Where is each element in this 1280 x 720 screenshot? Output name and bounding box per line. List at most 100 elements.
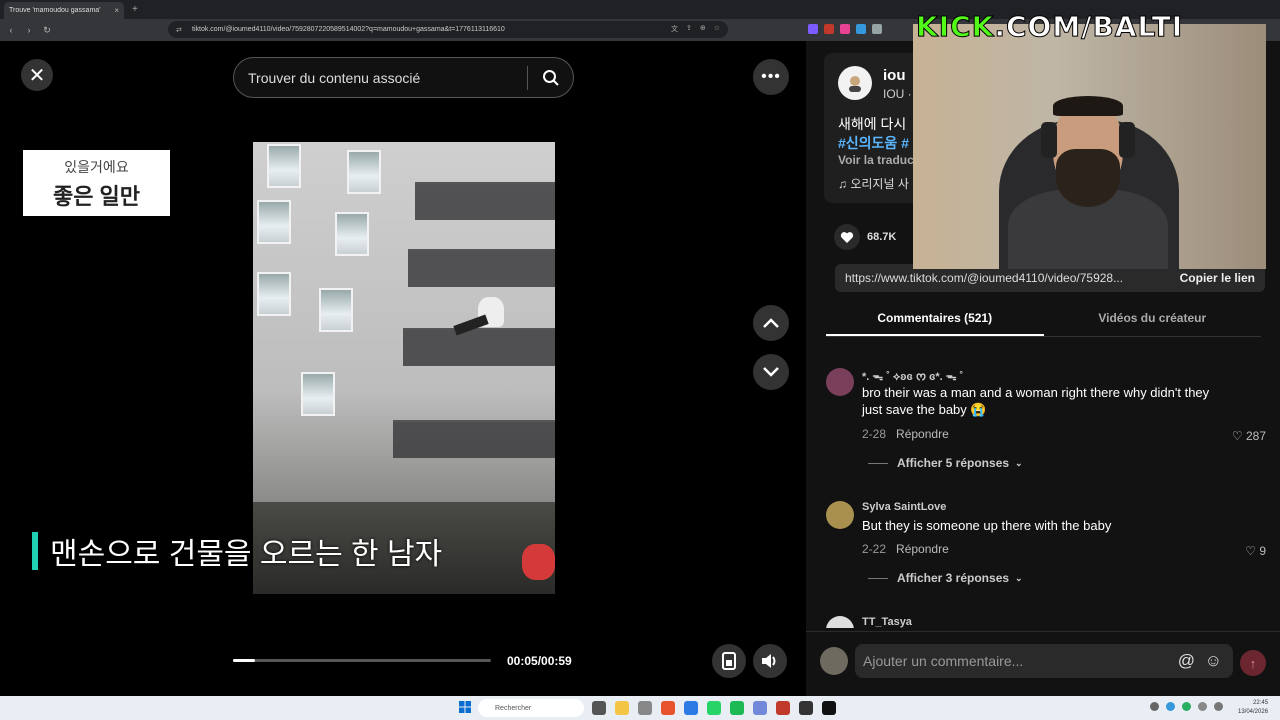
extension-icon[interactable] xyxy=(824,24,834,34)
previous-video-button[interactable] xyxy=(753,305,789,341)
reload-icon[interactable]: ↻ xyxy=(40,25,54,36)
comment-like-button[interactable]: ♡ 287 xyxy=(1232,429,1266,443)
comment-text: bro their was a man and a woman right th… xyxy=(862,385,1210,417)
comment-avatar[interactable] xyxy=(826,501,854,529)
show-replies-button[interactable]: Afficher 5 réponses ⌄ xyxy=(868,456,1023,470)
window-shape xyxy=(257,272,291,316)
like-button[interactable] xyxy=(834,224,860,250)
brave-icon[interactable] xyxy=(661,701,675,715)
comment-avatar[interactable] xyxy=(826,616,854,628)
tab-comments[interactable]: Commentaires (521) xyxy=(826,303,1044,336)
comment-username[interactable]: *. ᯓ ˚ ⟡ʚɞ ᰔ ɞ*. ᯓ ˚ xyxy=(862,368,963,385)
subtitle-accent-bar xyxy=(32,532,38,570)
video-frame-red-object xyxy=(522,544,555,580)
stream-watermark: KICK.COM/BALTI xyxy=(915,10,1183,44)
translate-icon[interactable]: 文 xyxy=(671,24,678,34)
comment-username[interactable]: TT_Tasya xyxy=(862,616,912,628)
chevron-down-icon: ⌄ xyxy=(1015,572,1023,583)
next-video-button[interactable] xyxy=(753,354,789,390)
chevron-down-icon xyxy=(763,367,779,377)
heart-icon xyxy=(840,231,854,243)
tray-icon[interactable] xyxy=(1198,702,1207,711)
spotify-icon[interactable] xyxy=(730,701,744,715)
tray-icon[interactable] xyxy=(1166,702,1175,711)
balcony-shape xyxy=(403,328,555,366)
share-link-url[interactable]: https://www.tiktok.com/@ioumed4110/video… xyxy=(835,271,1170,285)
reply-button[interactable]: Répondre xyxy=(896,427,949,441)
file-explorer-icon[interactable] xyxy=(615,701,629,715)
video-player[interactable]: 있을거에요 좋은 일만 맨손으로 건물을 오르는 한 남자 xyxy=(0,142,806,594)
volume-button[interactable] xyxy=(753,644,787,678)
new-tab-button[interactable]: + xyxy=(132,4,138,15)
discord-icon[interactable] xyxy=(753,701,767,715)
like-count: 68.7K xyxy=(867,231,897,243)
kick-logo-text: KICK xyxy=(915,10,995,44)
bookmark-icon[interactable]: ☆ xyxy=(714,24,720,34)
taskbar-search[interactable]: Rechercher xyxy=(478,699,584,717)
copy-link-button[interactable]: Copier le lien xyxy=(1170,271,1265,285)
close-button[interactable]: ✕ xyxy=(21,59,53,91)
address-bar[interactable]: ⇄ tiktok.com/@ioumed4110/video/759280722… xyxy=(168,21,728,38)
zoom-icon[interactable]: ⊕ xyxy=(700,24,706,34)
tray-icon[interactable] xyxy=(1150,702,1159,711)
system-clock[interactable]: 22:45 13/04/2026 xyxy=(1238,699,1268,717)
author-name[interactable]: iou xyxy=(883,67,906,84)
video-caption-box: 있을거에요 좋은 일만 xyxy=(23,150,170,216)
comment-date: 2-22 xyxy=(862,542,887,556)
user-avatar[interactable] xyxy=(820,647,848,675)
music-link[interactable]: ♫ 오리지널 사 xyxy=(838,175,909,192)
see-translation-link[interactable]: Voir la traduc xyxy=(838,153,914,167)
related-search-input[interactable]: Trouver du contenu associé xyxy=(234,70,527,86)
tab-creator-videos[interactable]: Vidéos du créateur xyxy=(1044,303,1262,336)
notion-icon[interactable] xyxy=(799,701,813,715)
tray-icon[interactable] xyxy=(1214,702,1223,711)
comment-like-button[interactable]: ♡ 9 xyxy=(1245,544,1266,558)
browser-tab[interactable]: Trouve 'mamoudou gassama' × xyxy=(4,2,124,19)
search-icon[interactable] xyxy=(528,69,573,87)
comment-like-count: 9 xyxy=(1259,544,1266,558)
send-comment-button[interactable]: ↑ xyxy=(1240,650,1266,676)
comment-avatar[interactable] xyxy=(826,368,854,396)
reply-button[interactable]: Répondre xyxy=(896,542,949,556)
show-replies-label: Afficher 3 réponses xyxy=(897,571,1010,585)
window-shape xyxy=(319,288,353,332)
related-search-box[interactable]: Trouver du contenu associé xyxy=(233,57,574,98)
extension-icon[interactable] xyxy=(856,24,866,34)
extension-icon[interactable] xyxy=(840,24,850,34)
comment-username[interactable]: Sylva SaintLove xyxy=(862,501,946,513)
forward-icon[interactable]: › xyxy=(22,25,36,35)
whatsapp-icon[interactable] xyxy=(707,701,721,715)
app-icon[interactable] xyxy=(822,701,836,715)
back-icon[interactable]: ‹ xyxy=(4,25,18,35)
app-icon[interactable] xyxy=(684,701,698,715)
more-options-button[interactable]: ••• xyxy=(753,59,789,95)
site-info-icon[interactable]: ⇄ xyxy=(176,26,186,34)
extension-icon[interactable] xyxy=(808,24,818,34)
comment-list: *. ᯓ ˚ ⟡ʚɞ ᰔ ɞ*. ᯓ ˚ bro their was a man… xyxy=(826,366,1266,628)
app-icon[interactable] xyxy=(638,701,652,715)
streamer-beard xyxy=(1056,149,1120,207)
show-replies-button[interactable]: Afficher 3 réponses ⌄ xyxy=(868,571,1023,585)
webcam-overlay xyxy=(913,24,1266,269)
app-icon[interactable] xyxy=(776,701,790,715)
video-time: 00:05/00:59 xyxy=(507,654,572,668)
author-avatar[interactable] xyxy=(838,66,872,100)
os-taskbar: Rechercher 22:45 13/04/2026 xyxy=(0,696,1280,720)
tab-close-icon[interactable]: × xyxy=(114,6,119,15)
comment-input[interactable]: Ajouter un commentaire... @ ☺ xyxy=(855,644,1233,678)
floating-player-button[interactable] xyxy=(712,644,746,678)
video-progress-bar[interactable] xyxy=(233,659,491,662)
clock-date: 13/04/2026 xyxy=(1238,709,1269,715)
clock-time: 22:45 xyxy=(1253,700,1269,706)
window-shape xyxy=(257,200,291,244)
task-view-icon[interactable] xyxy=(592,701,606,715)
pip-icon xyxy=(722,652,736,670)
mention-icon[interactable]: @ xyxy=(1178,651,1195,671)
video-hashtags[interactable]: #신의도움 # xyxy=(838,133,909,153)
emoji-icon[interactable]: ☺ xyxy=(1205,651,1222,671)
show-replies-label: Afficher 5 réponses xyxy=(897,456,1010,470)
tray-icon[interactable] xyxy=(1182,702,1191,711)
extension-icon[interactable] xyxy=(872,24,882,34)
share-icon[interactable]: ⇪ xyxy=(686,24,692,34)
windows-start-icon[interactable] xyxy=(459,701,471,713)
